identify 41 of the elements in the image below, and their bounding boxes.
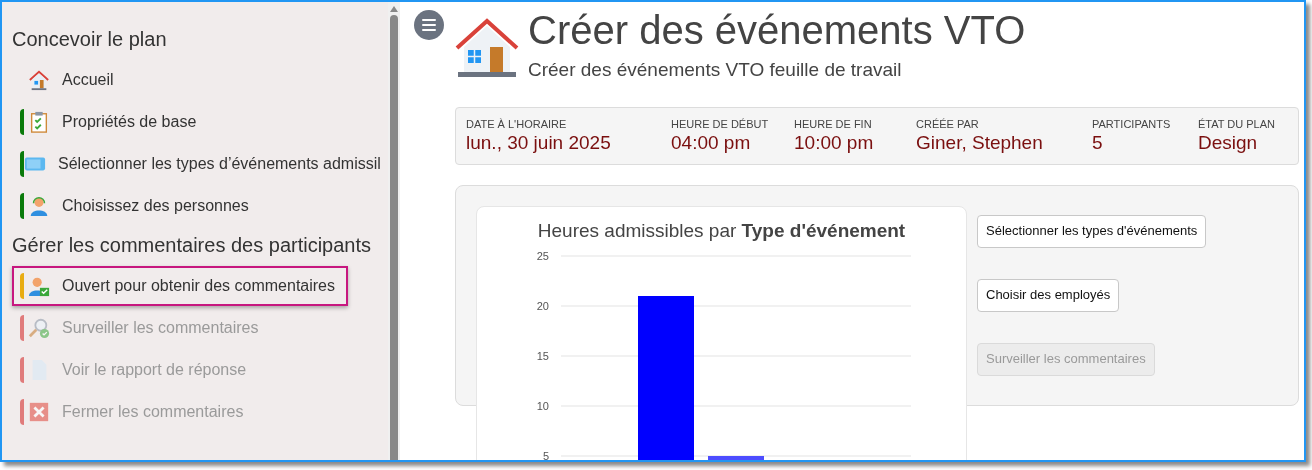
section-heading: Concevoir le plan	[12, 27, 168, 52]
menu-button[interactable]	[414, 10, 444, 40]
sidebar-item[interactable]: Propriétés de base	[12, 102, 388, 142]
chart-title: Heures admissibles par Type d'événement	[536, 218, 907, 243]
clipboard-icon	[28, 111, 50, 133]
info-label: PARTICIPANTS	[1092, 116, 1172, 132]
scrollbar-thumb[interactable]	[390, 15, 398, 460]
info-value: Design	[1198, 132, 1259, 154]
section-heading: Gérer les commentaires des participants	[12, 233, 373, 258]
scrollbar[interactable]	[388, 2, 400, 460]
sidebar-item[interactable]: Ouvert pour obtenir des commentaires	[12, 266, 348, 306]
magnifier-icon	[28, 317, 50, 339]
info-value: lun., 30 juin 2025	[466, 132, 612, 154]
info-value: 5	[1092, 132, 1104, 154]
axis-tick-label: 5	[542, 450, 549, 460]
house-icon	[28, 69, 50, 91]
info-value: Giner, Stephen	[916, 132, 1044, 154]
info-value: 04:00 pm	[671, 132, 752, 154]
page-title: Créer des événements VTO	[528, 8, 1026, 52]
axis-tick-label: 20	[536, 300, 549, 312]
person-icon	[28, 195, 50, 217]
sidebar-item[interactable]: Sélectionner les types d’événements admissil	[12, 144, 388, 184]
axis-tick-label: 15	[536, 350, 549, 362]
action-button[interactable]: Sélectionner les types d'événements	[977, 214, 1207, 248]
menu-icon	[422, 19, 436, 31]
info-value: 10:00 pm	[794, 132, 875, 154]
scroll-up-icon[interactable]	[390, 6, 398, 12]
close-icon	[28, 401, 50, 423]
axis-tick-label: 25	[536, 251, 549, 262]
action-button[interactable]: Choisir des employés	[977, 278, 1120, 312]
info-label: HEURE DE DÉBUT	[671, 116, 770, 132]
sidebar-item[interactable]: Choisissez des personnes	[12, 186, 388, 226]
person-check-icon	[28, 275, 50, 297]
page-subtitle: Créer des événements VTO feuille de travail	[528, 58, 903, 82]
info-label: ÉTAT DU PLAN	[1198, 116, 1277, 132]
info-label: CRÉÉE PAR	[916, 116, 980, 132]
sidebar-item[interactable]: Accueil	[12, 60, 388, 100]
axis-tick-label: 10	[536, 400, 549, 412]
info-label: DATE À L'HORAIRE	[466, 116, 568, 132]
house-icon	[455, 18, 519, 78]
info-label: HEURE DE FIN	[794, 116, 873, 132]
